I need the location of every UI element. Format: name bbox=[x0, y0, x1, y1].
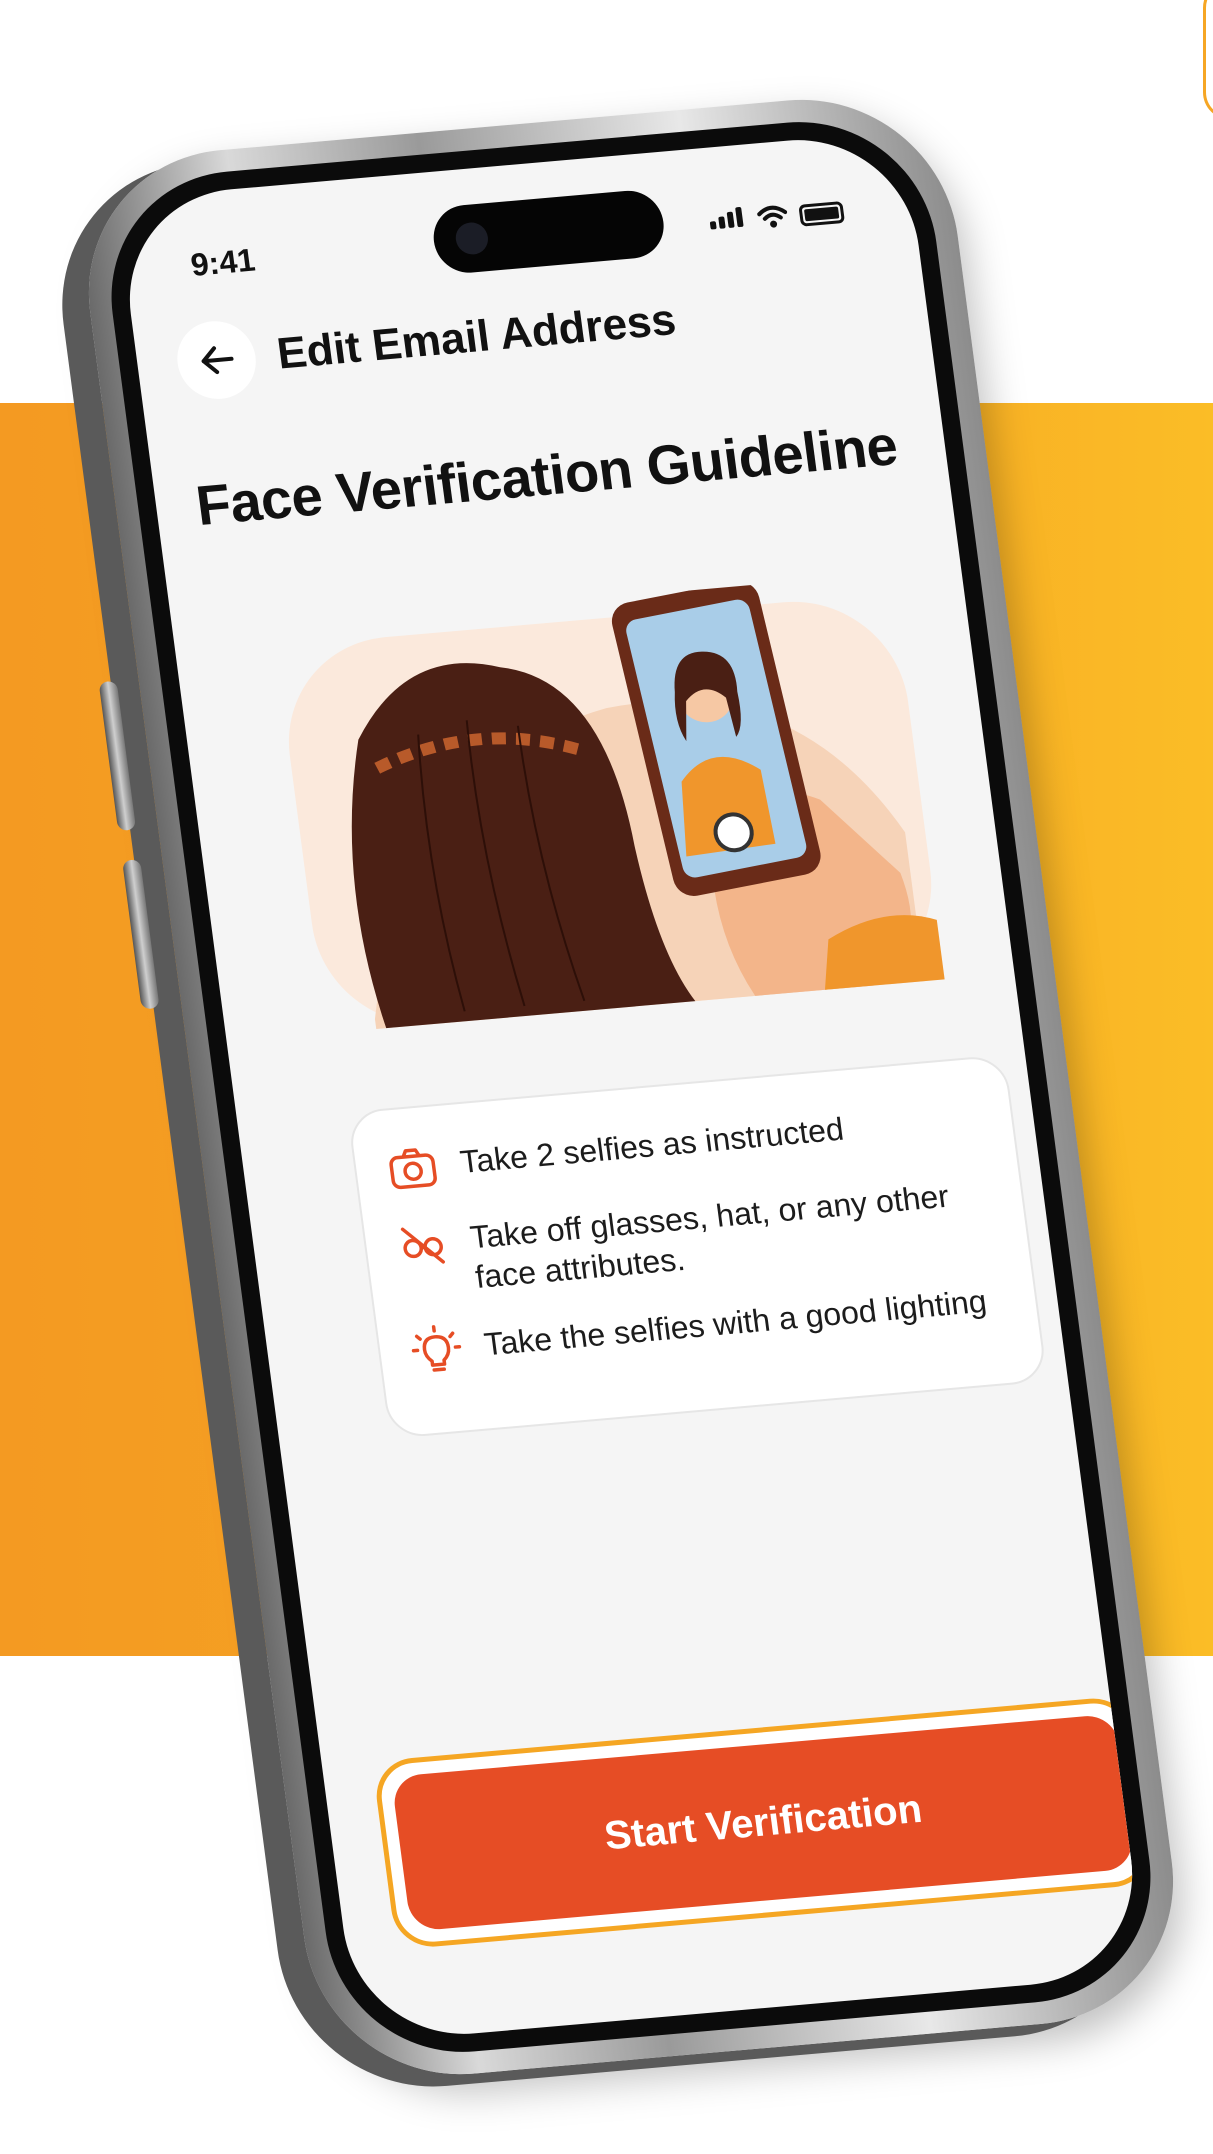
back-button[interactable] bbox=[172, 318, 261, 403]
status-time: 9:41 bbox=[188, 241, 258, 283]
page-title: Face Verification Guideline bbox=[192, 413, 901, 537]
dynamic-island bbox=[429, 187, 668, 276]
decorative-corner-shape bbox=[1203, 0, 1213, 120]
phone-device: 9:41 Edit Email Address Face Verificatio… bbox=[70, 87, 1192, 2087]
battery-icon bbox=[798, 201, 846, 227]
cta-focus-outline: Start Verification bbox=[371, 1695, 1147, 1950]
wifi-icon bbox=[757, 205, 788, 228]
status-icons bbox=[708, 198, 846, 235]
arrow-left-icon bbox=[201, 346, 234, 375]
start-verification-button[interactable]: Start Verification bbox=[390, 1713, 1136, 1932]
signal-icon bbox=[708, 206, 747, 235]
guidelines-card: Take 2 selfies as instructed Take off gl… bbox=[346, 1054, 1049, 1440]
guideline-text: Take 2 selfies as instructed bbox=[457, 1110, 846, 1180]
guideline-text: Take off glasses, hat, or any other face… bbox=[467, 1177, 951, 1295]
header-title: Edit Email Address bbox=[274, 295, 679, 379]
no-glasses-icon bbox=[400, 1227, 445, 1264]
selfie-illustration bbox=[288, 581, 945, 1030]
camera-icon bbox=[389, 1148, 437, 1190]
app-header: Edit Email Address bbox=[172, 281, 681, 403]
lightbulb-icon bbox=[411, 1325, 462, 1372]
front-camera bbox=[453, 221, 490, 256]
